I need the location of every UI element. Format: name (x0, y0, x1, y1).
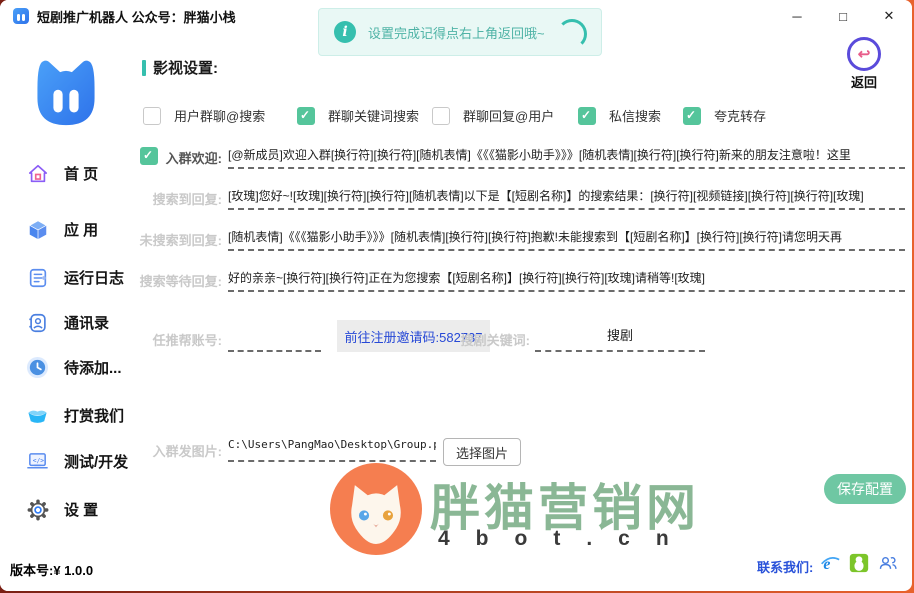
section-accent-bar (142, 60, 146, 76)
checkbox-icon[interactable] (297, 107, 315, 125)
sidebar-item-test-dev[interactable]: </> 测试/开发 (26, 450, 128, 473)
field-label-rentuibang-account: 任推帮账号: (134, 330, 222, 349)
laptop-code-icon: </> (26, 450, 49, 473)
svg-text:</>: </> (33, 457, 44, 464)
sidebar-label: 测试/开发 (64, 451, 128, 472)
log-icon (26, 266, 49, 289)
close-button[interactable]: ✕ (866, 0, 912, 32)
checkbox-quark-save[interactable]: 夸克转存 (683, 106, 766, 125)
choose-image-button[interactable]: 选择图片 (443, 438, 521, 466)
info-icon: i (334, 21, 356, 43)
watermark-cat-logo (330, 463, 422, 560)
back-label: 返回 (840, 72, 888, 91)
field-value-no-result-reply[interactable]: [随机表情]《《《猫影小助手》》》[随机表情][换行符][换行符]抱歉!未能搜索… (228, 228, 905, 251)
checkbox-group-keyword-search[interactable]: 群聊关键词搜索 (297, 106, 419, 125)
sidebar-label: 运行日志 (64, 267, 124, 288)
contacts-icon (26, 311, 49, 334)
clock-icon (26, 356, 49, 379)
group-image-path-input[interactable]: C:\Users\PangMao\Desktop\Group.png (228, 438, 436, 462)
contact-us-label: 联系我们: (757, 557, 813, 576)
sidebar-item-settings[interactable]: 设 置 (26, 498, 98, 521)
field-value-search-reply[interactable]: [玫瑰]您好~![玫瑰][换行符][换行符][随机表情]以下是【[短剧名称]】的… (228, 187, 905, 210)
gear-icon (26, 498, 49, 521)
field-label-search-keyword: 搜剧关键词: (442, 330, 530, 349)
ie-browser-icon[interactable]: e (820, 553, 840, 573)
sidebar-label: 首 页 (64, 163, 98, 184)
window-title: 短剧推广机器人 公众号：胖猫小栈 (37, 7, 236, 26)
sidebar-item-tip-us[interactable]: 打赏我们 (26, 404, 124, 427)
watermark-subtitle: 4bot.cn (438, 527, 695, 551)
sidebar-item-contacts[interactable]: 通讯录 (26, 311, 109, 334)
loading-spinner-icon (557, 19, 587, 49)
sidebar-label: 设 置 (64, 499, 98, 520)
save-config-button[interactable]: 保存配置 (824, 474, 906, 504)
app-icon (13, 8, 29, 24)
checkbox-icon[interactable] (578, 107, 596, 125)
field-label-wait-reply: 搜索等待回复: (134, 271, 222, 290)
sidebar-label: 打赏我们 (64, 405, 124, 426)
checkbox-private-search[interactable]: 私信搜索 (578, 106, 661, 125)
toast-text: 设置完成记得点右上角返回哦~ (368, 23, 545, 42)
field-label-welcome: 入群欢迎: (134, 148, 222, 167)
rentuibang-account-input[interactable] (228, 330, 321, 352)
qq-icon[interactable] (849, 553, 869, 573)
sidebar-item-home[interactable]: 首 页 (26, 162, 98, 185)
checkbox-user-group-at-search[interactable]: 用户群聊@搜索 (143, 106, 265, 125)
checkbox-icon[interactable] (683, 107, 701, 125)
window-controls: ─ □ ✕ (774, 0, 912, 32)
sidebar-item-run-logs[interactable]: 运行日志 (26, 266, 124, 289)
home-icon (26, 162, 49, 185)
user-group-icon[interactable] (878, 553, 898, 573)
app-window: 短剧推广机器人 公众号：胖猫小栈 ─ □ ✕ i 设置完成记得点右上角返回哦~ … (0, 0, 912, 591)
field-label-search-reply: 搜索到回复: (134, 189, 222, 208)
ingot-icon (26, 404, 49, 427)
minimize-button[interactable]: ─ (774, 0, 820, 32)
toast-banner: i 设置完成记得点右上角返回哦~ (318, 8, 602, 56)
field-label-no-result-reply: 未搜索到回复: (134, 230, 222, 249)
checkbox-group-reply-at-user[interactable]: 群聊回复@用户 (432, 106, 554, 125)
maximize-button[interactable]: □ (820, 0, 866, 32)
sidebar-label: 通讯录 (64, 312, 109, 333)
section-title: 影视设置: (142, 57, 218, 78)
sidebar-item-apps[interactable]: 应 用 (26, 218, 98, 241)
sidebar-label: 待添加... (64, 357, 122, 378)
return-arrow-icon: ↩ (858, 47, 871, 62)
search-keyword-input[interactable]: 搜剧 (535, 325, 705, 352)
cat-logo (24, 54, 108, 139)
version-text: 版本号:¥ 1.0.0 (10, 560, 93, 579)
sidebar: 首 页 应 用 运行日志 (0, 32, 135, 591)
checkbox-icon[interactable] (432, 107, 450, 125)
sidebar-item-pending-add[interactable]: 待添加... (26, 356, 122, 379)
back-button[interactable]: ↩ 返回 (840, 37, 888, 91)
sidebar-label: 应 用 (64, 219, 98, 240)
back-circle[interactable]: ↩ (847, 37, 881, 71)
field-value-welcome[interactable]: [@新成员]欢迎入群[换行符][换行符][随机表情]《《《猫影小助手》》》[随机… (228, 146, 905, 169)
field-label-group-image: 入群发图片: (134, 441, 222, 460)
checkbox-icon[interactable] (143, 107, 161, 125)
field-value-wait-reply[interactable]: 好的亲亲~[换行符][换行符]正在为您搜索【[短剧名称]】[换行符][换行符][… (228, 269, 905, 292)
cube-icon (26, 218, 49, 241)
